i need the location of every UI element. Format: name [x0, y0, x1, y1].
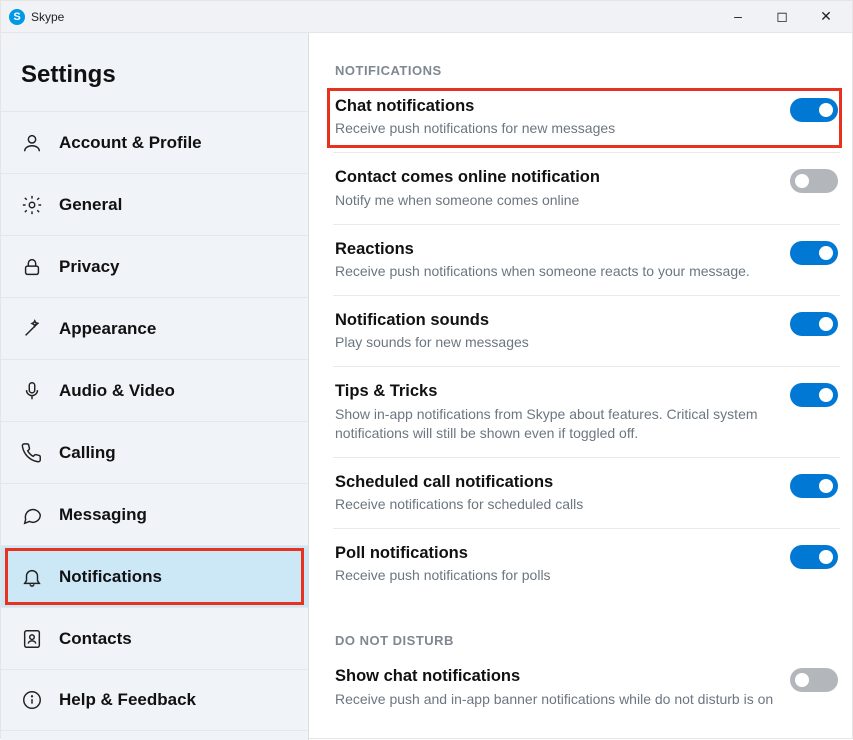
setting-desc: Receive push notifications for polls	[335, 566, 778, 585]
toggle-contact-online[interactable]	[790, 169, 838, 193]
sidebar-item-appearance[interactable]: Appearance	[1, 297, 308, 359]
gear-icon	[21, 194, 43, 216]
setting-title: Show chat notifications	[335, 666, 778, 687]
section-head-dnd: DO NOT DISTURB	[333, 633, 840, 648]
setting-title: Reactions	[335, 239, 778, 260]
sidebar-item-label: Messaging	[59, 505, 147, 525]
app-name: Skype	[31, 10, 64, 24]
sidebar-item-label: Audio & Video	[59, 381, 175, 401]
lock-icon	[21, 256, 43, 278]
toggle-scheduled-calls[interactable]	[790, 474, 838, 498]
setting-title: Contact comes online notification	[335, 167, 778, 188]
setting-title: Tips & Tricks	[335, 381, 778, 402]
sidebar-item-label: Appearance	[59, 319, 156, 339]
phone-icon	[21, 442, 43, 464]
info-icon	[21, 689, 43, 711]
sidebar-item-label: General	[59, 195, 122, 215]
sidebar-item-general[interactable]: General	[1, 173, 308, 235]
maximize-icon[interactable]: ◻	[772, 8, 792, 25]
bell-icon	[21, 566, 43, 588]
settings-sidebar: Settings Account & Profile General Priva…	[1, 33, 309, 740]
sidebar-item-account[interactable]: Account & Profile	[1, 111, 308, 173]
toggle-sounds[interactable]	[790, 312, 838, 336]
close-icon[interactable]: ✕	[816, 8, 836, 25]
section-head-notifications: NOTIFICATIONS	[333, 63, 840, 78]
sidebar-item-messaging[interactable]: Messaging	[1, 483, 308, 545]
chat-icon	[21, 504, 43, 526]
toggle-tips[interactable]	[790, 383, 838, 407]
setting-desc: Receive push and in-app banner notificat…	[335, 690, 778, 709]
setting-desc: Show in-app notifications from Skype abo…	[335, 405, 778, 443]
title-bar: S Skype – ◻ ✕	[1, 1, 852, 33]
toggle-polls[interactable]	[790, 545, 838, 569]
sidebar-item-notifications[interactable]: Notifications	[1, 545, 308, 607]
setting-reactions: Reactions Receive push notifications whe…	[333, 225, 840, 296]
contacts-icon	[21, 628, 43, 650]
sidebar-item-audio-video[interactable]: Audio & Video	[1, 359, 308, 421]
sidebar-item-label: Notifications	[59, 567, 162, 587]
sidebar-item-calling[interactable]: Calling	[1, 421, 308, 483]
microphone-icon	[21, 380, 43, 402]
sidebar-title: Settings	[1, 33, 308, 111]
setting-dnd-chat-notifications: Show chat notifications Receive push and…	[333, 652, 840, 722]
setting-polls: Poll notifications Receive push notifica…	[333, 529, 840, 599]
setting-title: Notification sounds	[335, 310, 778, 331]
sidebar-item-label: Privacy	[59, 257, 120, 277]
sidebar-item-contacts[interactable]: Contacts	[1, 607, 308, 669]
setting-desc: Receive notifications for scheduled call…	[335, 495, 778, 514]
window-controls: – ◻ ✕	[728, 8, 844, 25]
setting-tips: Tips & Tricks Show in-app notifications …	[333, 367, 840, 457]
sidebar-item-privacy[interactable]: Privacy	[1, 235, 308, 297]
sidebar-item-label: Calling	[59, 443, 116, 463]
setting-title: Scheduled call notifications	[335, 472, 778, 493]
setting-desc: Notify me when someone comes online	[335, 191, 778, 210]
setting-scheduled-calls: Scheduled call notifications Receive not…	[333, 458, 840, 529]
setting-sounds: Notification sounds Play sounds for new …	[333, 296, 840, 367]
skype-icon: S	[9, 9, 25, 25]
settings-content: NOTIFICATIONS Chat notifications Receive…	[309, 33, 852, 740]
toggle-reactions[interactable]	[790, 241, 838, 265]
minimize-icon[interactable]: –	[728, 8, 748, 25]
setting-desc: Receive push notifications for new messa…	[335, 119, 778, 138]
setting-desc: Play sounds for new messages	[335, 333, 778, 352]
sidebar-item-label: Account & Profile	[59, 133, 202, 153]
sidebar-item-label: Help & Feedback	[59, 690, 196, 710]
person-icon	[21, 132, 43, 154]
sidebar-item-help[interactable]: Help & Feedback	[1, 669, 308, 731]
setting-chat-notifications: Chat notifications Receive push notifica…	[333, 82, 840, 153]
setting-desc: Receive push notifications when someone …	[335, 262, 778, 281]
sidebar-item-label: Contacts	[59, 629, 132, 649]
toggle-chat-notifications[interactable]	[790, 98, 838, 122]
skype-icon-letter: S	[13, 11, 20, 23]
setting-title: Chat notifications	[335, 96, 778, 117]
wand-icon	[21, 318, 43, 340]
setting-title: Poll notifications	[335, 543, 778, 564]
toggle-dnd-chat-notifications[interactable]	[790, 668, 838, 692]
setting-contact-online: Contact comes online notification Notify…	[333, 153, 840, 224]
